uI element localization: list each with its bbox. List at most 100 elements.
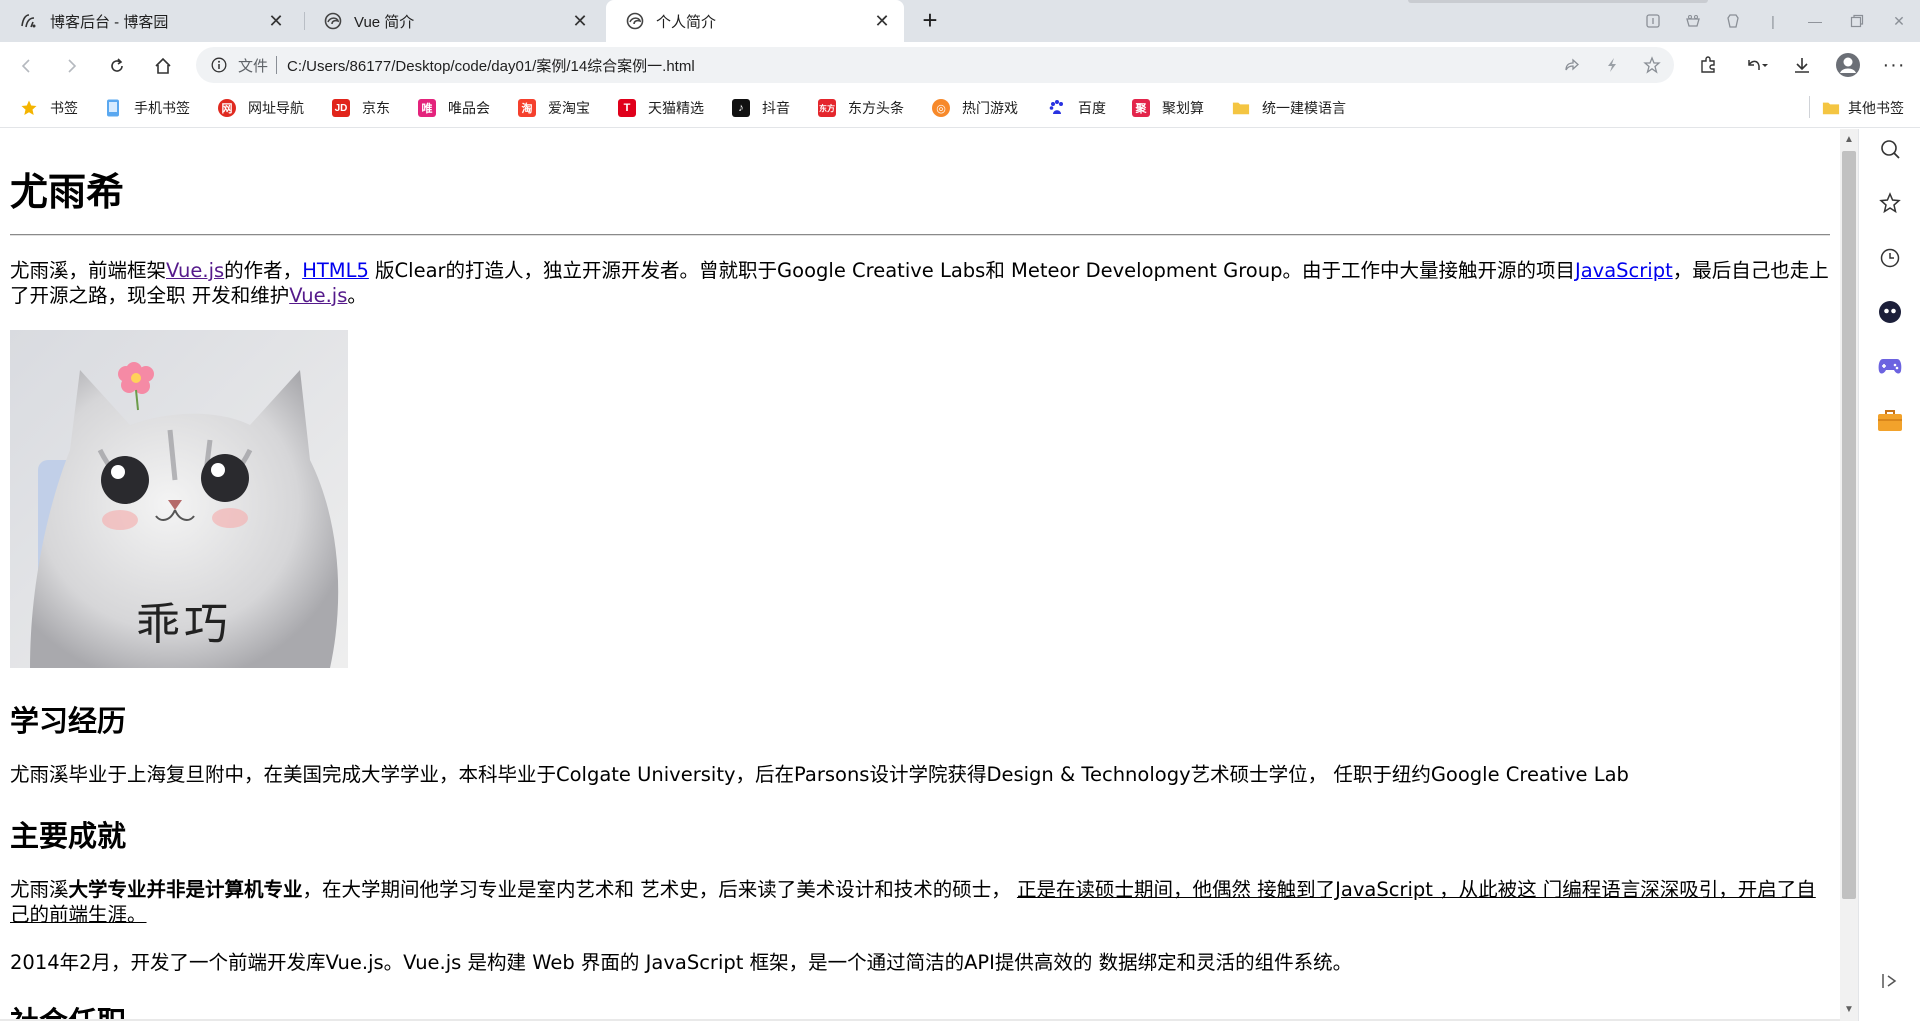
vip-icon: 唯: [418, 99, 436, 117]
favorites-icon[interactable]: [1875, 188, 1905, 218]
collections-icon[interactable]: [1680, 8, 1706, 34]
back-button[interactable]: [12, 51, 42, 81]
bookmark-item[interactable]: 东方 东方头条: [818, 96, 904, 120]
tab-vue-intro[interactable]: Vue 简介 ✕: [304, 0, 602, 42]
horizontal-rule: [10, 234, 1830, 236]
image-caption: 乖巧: [136, 599, 232, 650]
bookmark-item[interactable]: 唯 唯品会: [418, 96, 490, 120]
bookmark-item[interactable]: 网 网址导航: [218, 96, 304, 120]
folder-icon: [1822, 99, 1840, 117]
juhuasuan-icon: 聚: [1132, 99, 1150, 117]
section-heading-achievements: 主要成就: [10, 819, 127, 853]
extensions-puzzle-icon[interactable]: [1694, 51, 1722, 79]
extensions-icon[interactable]: [1720, 8, 1746, 34]
bookmark-label: 爱淘宝: [548, 100, 590, 116]
bookmark-item[interactable]: 百度: [1048, 96, 1106, 120]
scroll-down-icon[interactable]: ▼: [1844, 1005, 1854, 1015]
close-window-icon[interactable]: ✕: [1886, 8, 1912, 34]
tools-briefcase-icon[interactable]: [1875, 405, 1905, 435]
bookmark-label: 统一建模语言: [1262, 100, 1346, 116]
window-shadow: [1408, 0, 1708, 3]
bookmark-item[interactable]: 书签: [20, 96, 78, 120]
address-bar[interactable]: 文件 C:/Users/86177/Desktop/code/day01/案例/…: [196, 47, 1674, 83]
bookmark-item[interactable]: JD 京东: [332, 96, 390, 120]
toutiao-icon: 东方: [818, 99, 836, 117]
cat-photo: 乖巧: [10, 330, 348, 668]
section-heading-education: 学习经历: [10, 704, 127, 738]
new-tab-button[interactable]: +: [916, 7, 944, 35]
bookmark-item[interactable]: 淘 爱淘宝: [518, 96, 590, 120]
info-icon[interactable]: [210, 56, 228, 74]
taobao-icon: 淘: [518, 99, 536, 117]
bookmark-label: 书签: [50, 100, 78, 116]
tab-title: 博客后台 - 博客园: [50, 13, 169, 31]
bookmark-item[interactable]: 聚 聚划算: [1132, 96, 1204, 120]
vertical-scrollbar[interactable]: ▲ ▼: [1840, 129, 1858, 1021]
intro-text: 版Clear的打造人，独立开源开发者。曾就职于Google Creative L…: [368, 259, 1575, 282]
edge-page-icon: [324, 12, 342, 30]
tab-title: 个人简介: [656, 13, 717, 31]
jd-icon: JD: [332, 99, 350, 117]
divider-icon: |: [1771, 13, 1775, 29]
achievements-paragraph: 尤雨溪大学专业并非是计算机专业，在大学期间他学习专业是室内艺术和 艺术史，后来读…: [10, 877, 1830, 927]
tab-strip: 博客后台 - 博客园 ✕ Vue 简介 ✕ 个人简介 ✕ + | — ✕: [0, 0, 1920, 42]
forward-button[interactable]: [56, 51, 86, 81]
restore-icon[interactable]: [1844, 8, 1870, 34]
navigation-bar: 文件 C:/Users/86177/Desktop/code/day01/案例/…: [0, 42, 1920, 88]
bookmark-label: 手机书签: [134, 100, 190, 116]
intro-text: 。: [347, 284, 367, 307]
vuejs-paragraph: 2014年2月，开发了一个前端开发库Vue.js。Vue.js 是构建 Web …: [10, 951, 1353, 974]
bookmark-folder[interactable]: 统一建模语言: [1232, 96, 1346, 120]
bookmarks-divider: [1809, 96, 1810, 118]
more-menu-icon[interactable]: ···: [1880, 51, 1908, 79]
arrow-right-icon: [68, 59, 77, 73]
game-icon: ◎: [932, 99, 950, 117]
other-bookmarks-folder[interactable]: 其他书签: [1822, 96, 1904, 120]
close-icon[interactable]: ✕: [266, 11, 286, 31]
douyin-icon: ♪: [732, 99, 750, 117]
expand-sidebar-icon[interactable]: [1875, 966, 1905, 996]
javascript-link[interactable]: JavaScript: [1575, 259, 1673, 282]
favorite-star-icon[interactable]: [1638, 51, 1666, 79]
vuejs-link[interactable]: Vue.js: [166, 259, 224, 282]
close-icon[interactable]: ✕: [872, 11, 892, 31]
blog-logo-icon: [20, 12, 38, 30]
bookmark-label: 百度: [1078, 100, 1106, 116]
search-icon[interactable]: [1875, 134, 1905, 164]
minimize-icon[interactable]: —: [1802, 8, 1828, 34]
reload-icon: [111, 58, 123, 72]
history-icon[interactable]: [1875, 243, 1905, 273]
undo-dropdown-icon[interactable]: [1742, 51, 1770, 79]
nav-icon: 网: [218, 99, 236, 117]
vuejs-link[interactable]: Vue.js: [289, 284, 347, 307]
bookmark-item[interactable]: 手机书签: [104, 96, 190, 120]
bookmark-item[interactable]: ♪ 抖音: [732, 96, 790, 120]
games-controller-icon[interactable]: [1875, 351, 1905, 381]
edge-page-icon: [626, 12, 644, 30]
close-icon[interactable]: ✕: [570, 11, 590, 31]
home-button[interactable]: [148, 51, 178, 81]
profile-avatar-icon[interactable]: [1834, 51, 1862, 79]
tab-title: Vue 简介: [354, 13, 415, 31]
bookmark-label: 唯品会: [448, 100, 490, 116]
lightning-icon[interactable]: [1598, 51, 1626, 79]
section-heading-social: 社会任职: [10, 999, 126, 1021]
baidu-icon: [1048, 99, 1066, 117]
scroll-up-icon[interactable]: ▲: [1844, 135, 1854, 145]
scrollbar-thumb[interactable]: [1842, 151, 1856, 899]
copilot-bot-icon[interactable]: [1875, 297, 1905, 327]
share-icon[interactable]: [1558, 51, 1586, 79]
bookmark-item[interactable]: T 天猫精选: [618, 96, 704, 120]
html5-link[interactable]: HTML5: [302, 259, 369, 282]
split-screen-icon[interactable]: [1640, 8, 1666, 34]
education-paragraph: 尤雨溪毕业于上海复旦附中，在美国完成大学学业，本科毕业于Colgate Univ…: [10, 763, 1629, 786]
bookmark-item[interactable]: ◎ 热门游戏: [932, 96, 1018, 120]
url-text[interactable]: C:/Users/86177/Desktop/code/day01/案例/14综…: [287, 55, 695, 76]
reload-button[interactable]: [102, 51, 132, 81]
home-icon: [155, 57, 171, 74]
tab-blog-admin[interactable]: 博客后台 - 博客园 ✕: [0, 0, 298, 42]
intro-text: 的作者，: [224, 259, 303, 282]
tab-personal-profile[interactable]: 个人简介 ✕: [606, 0, 904, 42]
bookmark-label: 其他书签: [1848, 100, 1904, 116]
download-icon[interactable]: [1788, 51, 1816, 79]
